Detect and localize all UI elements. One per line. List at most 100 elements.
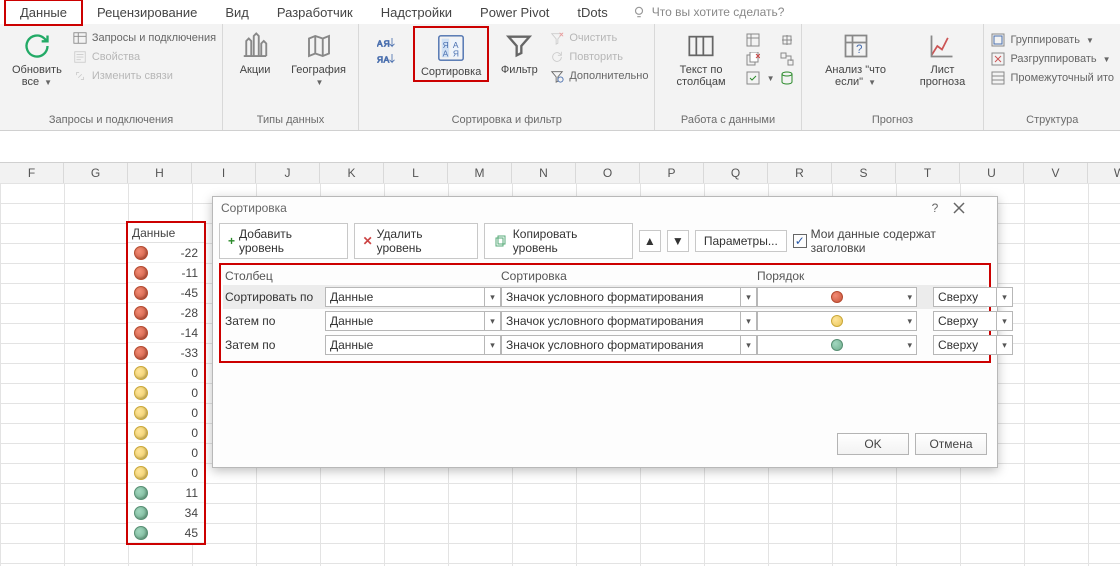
column-header[interactable]: K bbox=[320, 163, 384, 184]
whatif-button[interactable]: ? Анализ "что если" ▼ bbox=[808, 26, 904, 90]
dropdown-button[interactable]: ▾ bbox=[741, 311, 757, 331]
column-header[interactable]: L bbox=[384, 163, 448, 184]
filter-button[interactable]: Фильтр bbox=[493, 26, 545, 78]
sort-order-select[interactable]: Сверху bbox=[933, 311, 997, 331]
sort-field-select[interactable]: Данные bbox=[325, 311, 485, 331]
geography-button[interactable]: География ▼ bbox=[285, 26, 352, 90]
data-header-cell[interactable]: Данные bbox=[128, 223, 204, 243]
dropdown-button[interactable]: ▾ bbox=[741, 335, 757, 355]
subtotal-button[interactable]: Промежуточный ито bbox=[990, 70, 1114, 86]
reapply-button[interactable]: Повторить bbox=[549, 49, 648, 65]
dialog-close-button[interactable] bbox=[953, 202, 989, 214]
column-header[interactable]: G bbox=[64, 163, 128, 184]
move-up-button[interactable]: ▲ bbox=[639, 230, 661, 252]
copy-level-button[interactable]: Копировать уровень bbox=[484, 223, 633, 259]
sort-on-select[interactable]: Значок условного форматирования bbox=[501, 335, 741, 355]
dropdown-button[interactable]: ▾ bbox=[997, 335, 1013, 355]
sort-icon-select[interactable]: ▾ bbox=[757, 287, 917, 307]
column-header[interactable]: F bbox=[0, 163, 64, 184]
delete-level-button[interactable]: ✕Удалить уровень bbox=[354, 223, 478, 259]
tab-developer[interactable]: Разработчик bbox=[263, 1, 367, 24]
group-rows-button[interactable]: Группировать ▼ bbox=[990, 32, 1114, 48]
column-header[interactable]: U bbox=[960, 163, 1024, 184]
sort-field-select[interactable]: Данные bbox=[325, 335, 485, 355]
table-row[interactable]: 45 bbox=[128, 523, 204, 543]
column-header[interactable]: V bbox=[1024, 163, 1088, 184]
sort-level-row[interactable]: Сортировать поДанные▾Значок условного фо… bbox=[223, 285, 987, 309]
consolidate-button[interactable] bbox=[779, 32, 795, 48]
data-validation-button[interactable]: ▼ bbox=[745, 70, 775, 86]
headers-checkbox[interactable]: ✓ Мои данные содержат заголовки bbox=[793, 227, 991, 255]
column-header[interactable]: H bbox=[128, 163, 192, 184]
sort-icon-select[interactable]: ▾ bbox=[757, 311, 917, 331]
column-header[interactable]: W bbox=[1088, 163, 1120, 184]
sort-order-select[interactable]: Сверху bbox=[933, 335, 997, 355]
clear-filter-button[interactable]: Очистить bbox=[549, 30, 648, 46]
dropdown-button[interactable]: ▾ bbox=[485, 311, 501, 331]
table-row[interactable]: -11 bbox=[128, 263, 204, 283]
tab-review[interactable]: Рецензирование bbox=[83, 1, 211, 24]
sort-field-select[interactable]: Данные bbox=[325, 287, 485, 307]
column-header[interactable]: N bbox=[512, 163, 576, 184]
table-row[interactable]: -33 bbox=[128, 343, 204, 363]
column-header[interactable]: I bbox=[192, 163, 256, 184]
column-header[interactable]: P bbox=[640, 163, 704, 184]
table-row[interactable]: 0 bbox=[128, 443, 204, 463]
sort-level-row[interactable]: Затем поДанные▾Значок условного форматир… bbox=[223, 309, 987, 333]
add-level-button[interactable]: +Добавить уровень bbox=[219, 223, 348, 259]
column-header[interactable]: T bbox=[896, 163, 960, 184]
dropdown-button[interactable]: ▾ bbox=[485, 287, 501, 307]
column-header[interactable]: J bbox=[256, 163, 320, 184]
sort-order-select[interactable]: Сверху bbox=[933, 287, 997, 307]
tab-view[interactable]: Вид bbox=[211, 1, 263, 24]
table-row[interactable]: 0 bbox=[128, 383, 204, 403]
table-row[interactable]: 0 bbox=[128, 463, 204, 483]
table-row[interactable]: -45 bbox=[128, 283, 204, 303]
queries-connections-button[interactable]: Запросы и подключения bbox=[72, 30, 216, 46]
table-row[interactable]: 34 bbox=[128, 503, 204, 523]
sort-level-row[interactable]: Затем поДанные▾Значок условного форматир… bbox=[223, 333, 987, 357]
tab-powerpivot[interactable]: Power Pivot bbox=[466, 1, 563, 24]
tab-tdots[interactable]: tDots bbox=[563, 1, 621, 24]
column-header[interactable]: M bbox=[448, 163, 512, 184]
column-header[interactable]: O bbox=[576, 163, 640, 184]
tab-data[interactable]: Данные bbox=[4, 0, 83, 26]
tab-addins[interactable]: Надстройки bbox=[367, 1, 466, 24]
table-row[interactable]: 0 bbox=[128, 423, 204, 443]
refresh-all-button[interactable]: Обновить все ▼ bbox=[6, 26, 68, 90]
text-to-columns-button[interactable]: Текст по столбцам bbox=[661, 26, 740, 90]
table-row[interactable]: -14 bbox=[128, 323, 204, 343]
column-header[interactable]: Q bbox=[704, 163, 768, 184]
column-header[interactable]: S bbox=[832, 163, 896, 184]
cancel-button[interactable]: Отмена bbox=[915, 433, 987, 455]
tell-me-search[interactable]: Что вы хотите сделать? bbox=[632, 5, 785, 19]
sort-button[interactable]: ЯААЯ Сортировка bbox=[413, 26, 489, 82]
table-row[interactable]: 0 bbox=[128, 403, 204, 423]
sort-on-select[interactable]: Значок условного форматирования bbox=[501, 311, 741, 331]
properties-button[interactable]: Свойства bbox=[72, 49, 216, 65]
column-header[interactable]: R bbox=[768, 163, 832, 184]
advanced-filter-button[interactable]: Дополнительно bbox=[549, 68, 648, 84]
sort-options-button[interactable]: Параметры... bbox=[695, 230, 787, 252]
manage-data-model-button[interactable] bbox=[779, 70, 795, 86]
table-row[interactable]: 0 bbox=[128, 363, 204, 383]
sort-icon-select[interactable]: ▾ bbox=[757, 335, 917, 355]
dropdown-button[interactable]: ▾ bbox=[741, 287, 757, 307]
table-row[interactable]: -22 bbox=[128, 243, 204, 263]
dropdown-button[interactable]: ▾ bbox=[997, 311, 1013, 331]
relationships-button[interactable] bbox=[779, 51, 795, 67]
dropdown-button[interactable]: ▾ bbox=[997, 287, 1013, 307]
edit-links-button[interactable]: Изменить связи bbox=[72, 68, 216, 84]
dropdown-button[interactable]: ▾ bbox=[485, 335, 501, 355]
sort-az-za-button[interactable]: AЯ ЯA bbox=[365, 26, 409, 74]
table-row[interactable]: 11 bbox=[128, 483, 204, 503]
forecast-sheet-button[interactable]: Лист прогноза bbox=[908, 26, 978, 90]
table-row[interactable]: -28 bbox=[128, 303, 204, 323]
ok-button[interactable]: OK bbox=[837, 433, 909, 455]
move-down-button[interactable]: ▼ bbox=[667, 230, 689, 252]
ungroup-button[interactable]: Разгруппировать ▼ bbox=[990, 51, 1114, 67]
stocks-button[interactable]: Акции bbox=[229, 26, 281, 78]
sort-on-select[interactable]: Значок условного форматирования bbox=[501, 287, 741, 307]
flash-fill-button[interactable] bbox=[745, 32, 775, 48]
dialog-help-button[interactable]: ? bbox=[917, 201, 953, 215]
